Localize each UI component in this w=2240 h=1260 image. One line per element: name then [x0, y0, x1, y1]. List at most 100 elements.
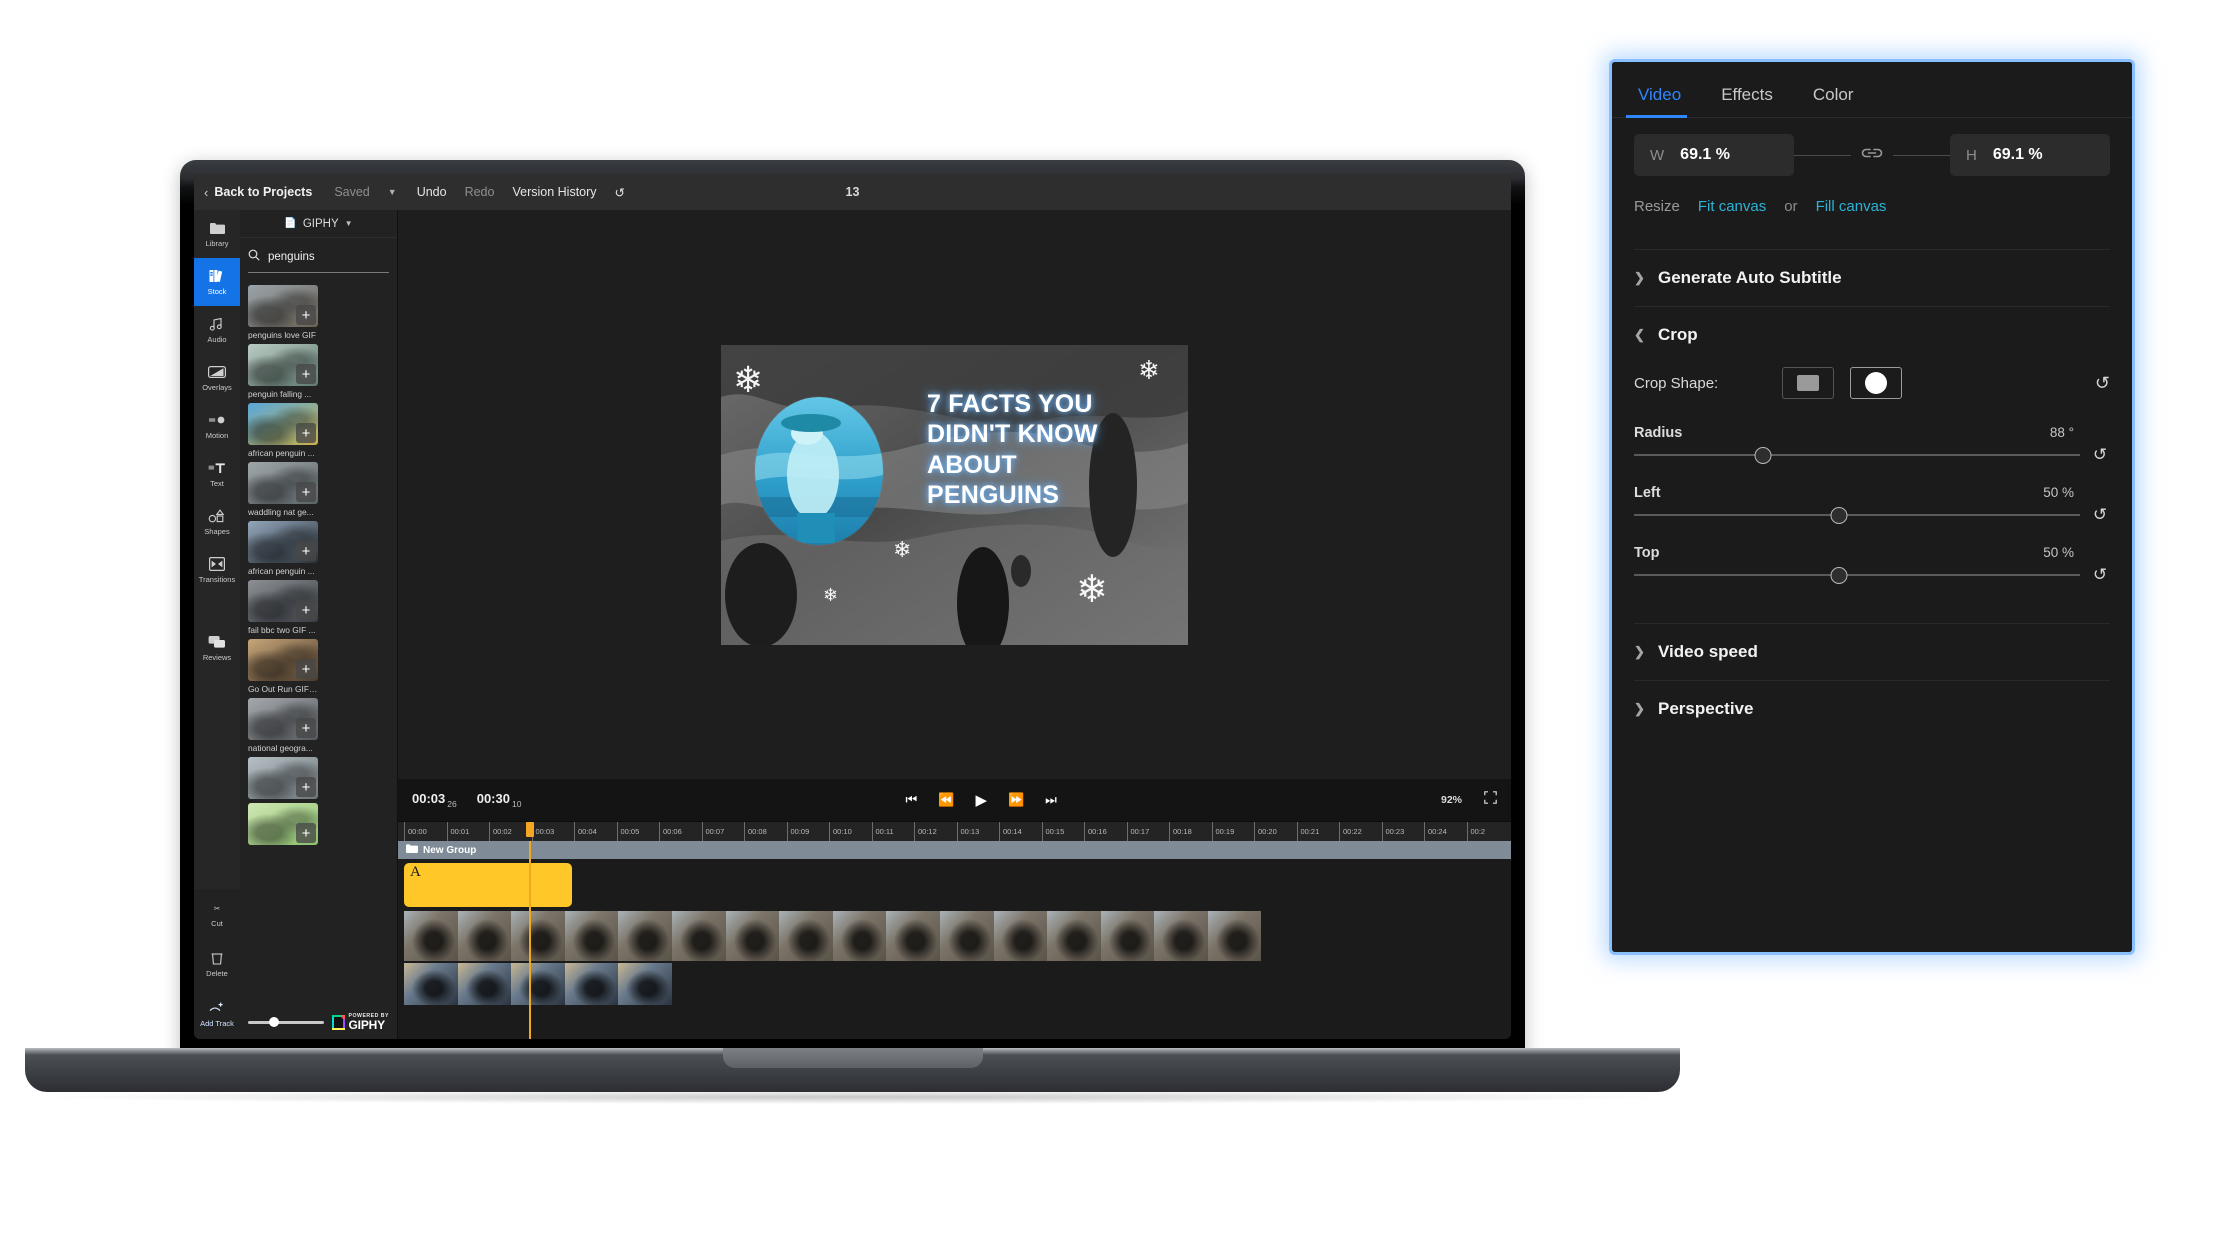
sidebar-item-stock[interactable]: Stock — [194, 258, 240, 306]
playhead-handle[interactable] — [526, 822, 534, 837]
width-field[interactable]: W 69.1 % — [1634, 134, 1794, 176]
delete-tool-button[interactable]: Delete — [194, 939, 240, 989]
slider-knob[interactable] — [1830, 566, 1848, 584]
transitions-icon — [208, 557, 226, 572]
add-to-timeline-icon[interactable]: + — [296, 541, 316, 561]
stock-result-item[interactable]: + penguin falling ... — [248, 344, 318, 399]
stock-thumbnail[interactable]: + — [248, 344, 318, 386]
tab-effects[interactable]: Effects — [1715, 85, 1779, 117]
tab-color[interactable]: Color — [1807, 85, 1860, 117]
slider-track[interactable] — [1634, 506, 2080, 524]
stock-result-item[interactable]: + — [248, 803, 318, 845]
back-to-projects-button[interactable]: Back to Projects — [214, 185, 312, 199]
video-track-1[interactable] — [404, 911, 1261, 961]
slider-track[interactable] — [1634, 566, 2080, 584]
crop-shape-square-button[interactable] — [1782, 367, 1834, 399]
height-field[interactable]: H 69.1 % — [1950, 134, 2110, 176]
add-to-timeline-icon[interactable]: + — [296, 600, 316, 620]
stock-result-item[interactable]: + — [248, 757, 318, 799]
track-group-header[interactable]: New Group — [398, 841, 1511, 859]
sidebar-item-shapes[interactable]: Shapes — [194, 498, 240, 546]
saved-dropdown-caret-icon[interactable]: ▼ — [388, 187, 397, 197]
add-to-timeline-icon[interactable]: + — [296, 659, 316, 679]
stock-result-item[interactable]: + national geogra... — [248, 698, 318, 753]
slider-knob[interactable] — [1754, 446, 1772, 464]
redo-button[interactable]: Redo — [465, 185, 495, 199]
stock-result-item[interactable]: + Go Out Run GIF ... — [248, 639, 318, 694]
section-header[interactable]: ❯ Perspective — [1634, 681, 2110, 737]
cut-tool-button[interactable]: ✂ Cut — [194, 889, 240, 939]
sidebar-item-audio[interactable]: Audio — [194, 306, 240, 354]
stock-thumbnail[interactable]: + — [248, 639, 318, 681]
timeline-ruler[interactable]: 00:00 00:01 00:02 00:03 00:04 00:05 00:06 00:07… — [398, 821, 1511, 842]
add-to-timeline-icon[interactable]: + — [296, 823, 316, 843]
section-header[interactable]: ❮ Crop — [1634, 307, 2110, 363]
fast-forward-button[interactable]: ⏩ — [1008, 792, 1024, 808]
preview-area: ❄ ❄ ❄ ❄ ❄ 7 FACTS YOU DIDN'T KNOW ABOUT … — [398, 210, 1511, 1039]
add-to-timeline-icon[interactable]: + — [296, 718, 316, 738]
slider-knob[interactable] — [1830, 506, 1848, 524]
sidebar-item-transitions[interactable]: Transitions — [194, 546, 240, 594]
preview-zoom-level[interactable]: 92% — [1441, 794, 1462, 806]
video-track-2[interactable] — [404, 963, 672, 1005]
text-clip[interactable]: A — [404, 863, 572, 907]
stock-thumbnail[interactable]: + — [248, 403, 318, 445]
playhead[interactable] — [529, 841, 531, 1039]
slider-track[interactable] — [1634, 446, 2080, 464]
sidebar-item-overlays[interactable]: Overlays — [194, 354, 240, 402]
stock-source-selector[interactable]: 📄 GIPHY ▼ — [240, 210, 397, 238]
skip-to-start-button[interactable]: ⏮ — [906, 792, 918, 808]
sidebar-item-reviews[interactable]: Reviews — [194, 624, 240, 672]
add-to-timeline-icon[interactable]: + — [296, 364, 316, 384]
picture-in-picture-bubble[interactable] — [755, 396, 883, 545]
crop-shape-circle-button[interactable] — [1850, 367, 1902, 399]
add-track-button[interactable]: Add Track — [194, 989, 240, 1039]
version-history-button[interactable]: Version History — [512, 185, 596, 199]
sidebar-item-motion[interactable]: Motion — [194, 402, 240, 450]
slider-knob[interactable] — [269, 1017, 280, 1028]
chevron-right-icon: ❯ — [1634, 701, 1645, 716]
stock-thumbnail[interactable]: + — [248, 285, 318, 327]
sidebar-item-library[interactable]: Library — [194, 210, 240, 258]
fill-canvas-button[interactable]: Fill canvas — [1816, 198, 1887, 215]
thumbnail-art — [779, 911, 833, 961]
add-to-timeline-icon[interactable]: + — [296, 305, 316, 325]
video-title-overlay[interactable]: 7 FACTS YOU DIDN'T KNOW ABOUT PENGUINS — [927, 389, 1177, 511]
stock-thumbnail[interactable]: + — [248, 803, 318, 845]
fullscreen-icon[interactable] — [1484, 791, 1497, 809]
section-header[interactable]: ❯ Video speed — [1634, 624, 2110, 680]
panel-body: W 69.1 % H 69.1 % Resize Fit canvas or F… — [1612, 118, 2132, 737]
slider-reset-icon[interactable]: ↺ — [2090, 505, 2110, 525]
rewind-button[interactable]: ⏪ — [938, 792, 954, 808]
link-icon[interactable] — [1859, 144, 1885, 167]
tab-video[interactable]: Video — [1625, 85, 1688, 118]
video-canvas[interactable]: ❄ ❄ ❄ ❄ ❄ 7 FACTS YOU DIDN'T KNOW ABOUT … — [721, 344, 1188, 645]
slider-reset-icon[interactable]: ↺ — [2090, 445, 2110, 465]
skip-to-end-button[interactable]: ⏭ — [1045, 792, 1057, 808]
stock-thumbnail[interactable]: + — [248, 757, 318, 799]
add-to-timeline-icon[interactable]: + — [296, 423, 316, 443]
fit-canvas-button[interactable]: Fit canvas — [1698, 198, 1766, 215]
thumbnail-size-slider[interactable] — [248, 1016, 324, 1028]
playback-toolbar: 00:03 26 00:30 10 ⏮ ⏪ ▶ ⏩ ⏭ 92% — [398, 779, 1511, 821]
giphy-logo-icon — [331, 1014, 345, 1030]
stock-result-item[interactable]: + waddling nat ge... — [248, 462, 318, 517]
stock-thumbnail[interactable]: + — [248, 462, 318, 504]
sidebar-item-text[interactable]: Text — [194, 450, 240, 498]
add-to-timeline-icon[interactable]: + — [296, 482, 316, 502]
history-clock-icon[interactable]: ↺ — [615, 185, 625, 200]
stock-thumbnail[interactable]: + — [248, 698, 318, 740]
slider-reset-icon[interactable]: ↺ — [2090, 565, 2110, 585]
undo-button[interactable]: Undo — [417, 185, 447, 199]
stock-result-item[interactable]: + african penguin ... — [248, 521, 318, 576]
stock-thumbnail[interactable]: + — [248, 521, 318, 563]
play-button[interactable]: ▶ — [975, 791, 987, 809]
add-to-timeline-icon[interactable]: + — [296, 777, 316, 797]
stock-result-item[interactable]: + fail bbc two GIF ... — [248, 580, 318, 635]
stock-result-item[interactable]: + african penguin ... — [248, 403, 318, 458]
stock-result-item[interactable]: + penguins love GIF — [248, 285, 318, 340]
stock-thumbnail[interactable]: + — [248, 580, 318, 622]
crop-shape-reset-icon[interactable]: ↺ — [2095, 373, 2110, 394]
search-input[interactable] — [268, 251, 389, 263]
section-header[interactable]: ❯ Generate Auto Subtitle — [1634, 250, 2110, 306]
